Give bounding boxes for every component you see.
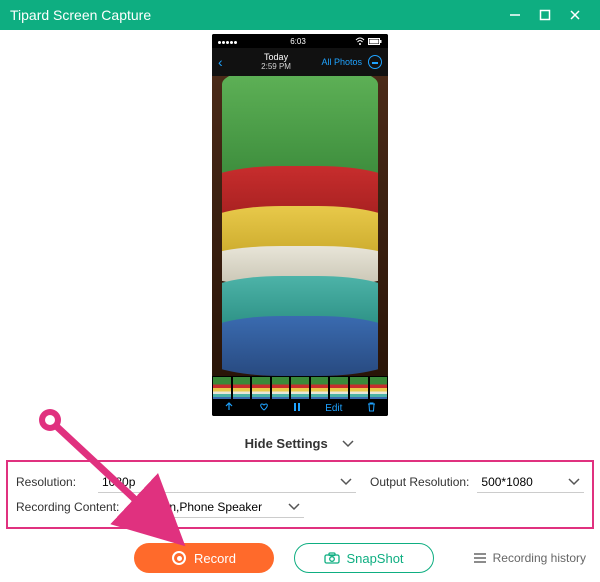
app-title: Tipard Screen Capture	[10, 7, 500, 23]
heart-icon	[259, 402, 269, 415]
phone-all-photos: All Photos	[321, 57, 362, 67]
output-resolution-select[interactable]: 500*1080	[477, 471, 584, 493]
hide-settings-label: Hide Settings	[245, 436, 328, 451]
list-icon	[473, 552, 487, 564]
chevron-down-icon	[568, 475, 580, 489]
recording-content-label: Recording Content:	[16, 500, 126, 514]
pause-icon	[293, 402, 301, 415]
phone-back-icon: ‹	[218, 54, 223, 70]
phone-details-icon	[368, 55, 382, 69]
recording-history-link[interactable]: Recording history	[473, 551, 586, 565]
phone-status-bar: 6:03	[212, 34, 388, 48]
camera-icon	[324, 552, 340, 564]
phone-indicators	[355, 37, 382, 45]
hide-settings-toggle[interactable]: Hide Settings	[0, 430, 600, 460]
snapshot-label: SnapShot	[346, 551, 403, 566]
minimize-button[interactable]	[500, 0, 530, 30]
preview-area: 6:03 ‹ Today 2:59 PM All Photos	[0, 30, 600, 430]
phone-photo	[212, 76, 388, 376]
phone-nav-bar: ‹ Today 2:59 PM All Photos	[212, 48, 388, 76]
settings-panel: Resolution: 1080p Output Resolution: 500…	[6, 460, 594, 529]
output-resolution-value: 500*1080	[481, 475, 532, 489]
phone-toolbar: Edit	[212, 400, 388, 416]
record-icon	[172, 551, 186, 565]
phone-thumbnail-strip	[212, 376, 388, 400]
share-icon	[224, 402, 234, 415]
resolution-select[interactable]: 1080p	[98, 471, 356, 493]
resolution-value: 1080p	[102, 475, 135, 489]
record-button[interactable]: Record	[134, 543, 274, 573]
recording-content-value: Screen,Phone Speaker	[138, 500, 262, 514]
trash-icon	[367, 402, 376, 415]
snapshot-button[interactable]: SnapShot	[294, 543, 434, 573]
phone-clock: 6:03	[241, 37, 355, 46]
phone-preview: 6:03 ‹ Today 2:59 PM All Photos	[212, 34, 388, 416]
maximize-button[interactable]	[530, 0, 560, 30]
close-button[interactable]	[560, 0, 590, 30]
recording-history-label: Recording history	[493, 551, 586, 565]
title-bar: Tipard Screen Capture	[0, 0, 600, 30]
edit-label: Edit	[325, 403, 342, 414]
button-row: Record SnapShot Recording history	[0, 529, 600, 573]
output-resolution-label: Output Resolution:	[370, 475, 469, 489]
battery-icon	[368, 38, 382, 45]
phone-nav-subtitle: 2:59 PM	[231, 63, 322, 72]
signal-dots-icon	[218, 37, 238, 46]
record-label: Record	[194, 551, 236, 566]
chevron-down-icon	[340, 475, 352, 489]
wifi-icon	[355, 37, 365, 45]
chevron-down-icon	[288, 500, 300, 514]
resolution-label: Resolution:	[16, 475, 90, 489]
recording-content-select[interactable]: Screen,Phone Speaker	[134, 496, 304, 518]
chevron-down-icon	[341, 437, 355, 452]
